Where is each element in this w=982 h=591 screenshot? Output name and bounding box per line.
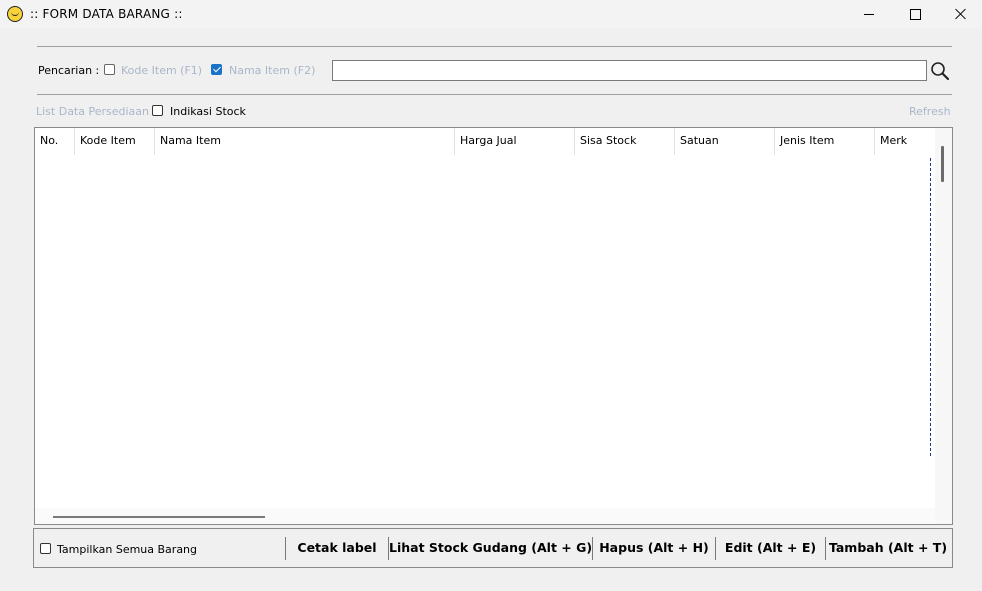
indikasi-stock-label[interactable]: Indikasi Stock [170, 105, 246, 118]
grid-header: No. Kode Item Nama Item Harga Jual Sisa … [35, 128, 935, 155]
search-label: Pencarian : [38, 64, 100, 77]
column-header-jenis-item[interactable]: Jenis Item [775, 128, 875, 155]
minimize-button[interactable] [846, 0, 892, 28]
list-label: List Data Persediaan : [36, 105, 157, 118]
nama-item-checkbox[interactable] [211, 64, 222, 75]
footer-toolbar: Tampilkan Semua Barang Cetak label Lihat… [33, 528, 953, 568]
close-icon [955, 8, 967, 20]
column-header-merk[interactable]: Merk [875, 128, 935, 155]
title-bar: :: FORM DATA BARANG :: [0, 0, 982, 28]
window-title: :: FORM DATA BARANG :: [30, 7, 183, 21]
column-header-kode-item[interactable]: Kode Item [75, 128, 155, 155]
maximize-button[interactable] [892, 0, 938, 28]
show-all-label[interactable]: Tampilkan Semua Barang [57, 543, 197, 556]
column-header-no[interactable]: No. [35, 128, 75, 155]
hapus-button[interactable]: Hapus (Alt + H) [593, 529, 715, 567]
search-input[interactable] [332, 60, 927, 81]
lihat-stock-gudang-button[interactable]: Lihat Stock Gudang (Alt + G) [389, 529, 592, 567]
show-all-checkbox[interactable] [40, 543, 51, 554]
kode-item-checkbox[interactable] [104, 64, 115, 75]
column-header-nama-item[interactable]: Nama Item [155, 128, 455, 155]
focus-indicator [930, 158, 931, 456]
column-header-sisa-stock[interactable]: Sisa Stock [575, 128, 675, 155]
kode-item-label[interactable]: Kode Item (F1) [121, 64, 202, 77]
column-header-harga-jual[interactable]: Harga Jual [455, 128, 575, 155]
tambah-button[interactable]: Tambah (Alt + T) [826, 529, 950, 567]
horizontal-scrollbar-thumb[interactable] [53, 516, 265, 518]
data-grid[interactable]: No. Kode Item Nama Item Harga Jual Sisa … [34, 127, 953, 525]
app-icon [7, 6, 23, 22]
divider-top [37, 46, 952, 47]
maximize-icon [909, 8, 921, 20]
cetak-label-button[interactable]: Cetak label [286, 529, 388, 567]
divider-bottom [37, 94, 952, 95]
minimize-icon [864, 13, 874, 15]
indikasi-stock-checkbox[interactable] [152, 105, 163, 116]
vertical-scrollbar-thumb[interactable] [941, 146, 944, 182]
close-button[interactable] [938, 0, 982, 28]
refresh-link[interactable]: Refresh [909, 105, 951, 118]
nama-item-label[interactable]: Nama Item (F2) [229, 64, 315, 77]
vertical-scrollbar[interactable] [935, 128, 952, 524]
column-header-satuan[interactable]: Satuan [675, 128, 775, 155]
edit-button[interactable]: Edit (Alt + E) [716, 529, 825, 567]
search-icon[interactable] [930, 61, 950, 81]
